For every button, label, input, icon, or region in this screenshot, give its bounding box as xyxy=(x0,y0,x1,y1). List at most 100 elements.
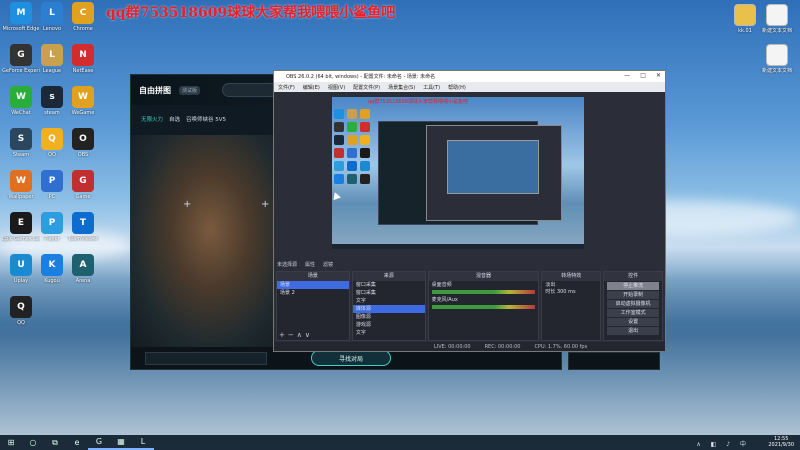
desktop-icon-label: QQ xyxy=(17,320,25,326)
mode-item-arurf[interactable]: 无限火力 xyxy=(141,115,163,123)
close-icon[interactable]: ✕ xyxy=(656,72,661,79)
preview-desktop-icon xyxy=(334,161,344,171)
stream-overlay-text: qq群753518609球球大家帮我喂喂小鲨鱼吧 xyxy=(106,5,396,21)
desktop-audio-meter[interactable] xyxy=(431,290,536,294)
champion-artwork xyxy=(131,135,276,347)
find-match-button[interactable]: 寻找对局 xyxy=(311,350,391,366)
filters-button[interactable]: 滤镜 xyxy=(323,261,333,268)
desktop-icon[interactable]: G Game xyxy=(64,170,102,200)
menu-item[interactable]: 配置文件(P) xyxy=(353,84,380,91)
menu-item[interactable]: 编辑(E) xyxy=(303,84,320,91)
mixer-channel-desktop: 桌面音频 xyxy=(431,282,452,288)
desktop-icon[interactable]: 新建文本文档 xyxy=(758,4,796,34)
desktop-icon-label: Chrome xyxy=(73,26,93,32)
desktop-icon-label: Game xyxy=(75,194,91,200)
sources-dock: 来源 窗口采集 窗口采集 文字 媒体源 图像源 游戏源 文字 xyxy=(351,271,426,341)
client-badge: 测试版 xyxy=(179,85,201,95)
source-toolbar: 未选择源 属性 滤镜 xyxy=(274,259,665,269)
preview-desktop-icon xyxy=(347,174,357,184)
control-button[interactable]: 启动虚拟摄像机 xyxy=(607,300,660,308)
geforce-icon: G xyxy=(10,44,32,66)
source-item[interactable]: 窗口采集 xyxy=(353,289,425,297)
control-button[interactable]: 停止推流 xyxy=(607,282,660,290)
control-button[interactable]: 设置 xyxy=(607,318,660,326)
uplay-icon: U xyxy=(10,254,32,276)
source-item[interactable]: 图像源 xyxy=(353,313,425,321)
taskbar-item[interactable]: ▦ xyxy=(110,435,132,450)
edge-icon: M xyxy=(10,2,32,24)
transition-type-select[interactable]: 淡出 xyxy=(542,281,600,288)
desktop-icon[interactable]: O OBS xyxy=(64,128,102,158)
obs-window[interactable]: OBS 26.0.2 (64 bit, windows) - 配置文件: 未命名… xyxy=(273,70,666,352)
taskbar-item[interactable]: ⊞ xyxy=(0,435,22,450)
transition-duration[interactable]: 时长 300 ms xyxy=(542,288,600,295)
menu-item[interactable]: 文件(F) xyxy=(278,84,295,91)
preview-desktop-icon xyxy=(334,174,344,184)
properties-button[interactable]: 属性 xyxy=(305,261,315,268)
taskbar-item[interactable]: e xyxy=(66,435,88,450)
taskbar-clock[interactable]: 12:55 2021/9/30 xyxy=(768,436,794,448)
desktop-icon-label: TeamViewer xyxy=(67,236,99,242)
source-item[interactable]: 媒体源 xyxy=(352,305,425,313)
preview-desktop-icon xyxy=(347,109,357,119)
player-icon: P xyxy=(41,212,63,234)
taskbar-item[interactable]: ⧉ xyxy=(44,435,66,450)
preview-desktop-icon xyxy=(360,174,370,184)
mode-item-sr[interactable]: 召唤师峡谷 5V5 xyxy=(186,115,226,123)
scene-item[interactable]: 场景 xyxy=(277,281,349,289)
control-button[interactable]: 开始录制 xyxy=(607,291,660,299)
desktop-icon-label: WeGame xyxy=(71,110,95,116)
controls-dock: 控件 停止推流 开始录制 启动虚拟摄像机 工作室模式 设置 退出 xyxy=(603,271,664,341)
chat-input[interactable] xyxy=(145,352,267,365)
desktop-icon[interactable]: A Arena xyxy=(64,254,102,284)
clock-date: 2021/9/30 xyxy=(768,442,794,448)
mode-item-pick[interactable]: 自选 xyxy=(169,115,180,123)
scene-toolbar[interactable]: +−∧∨ xyxy=(279,331,313,339)
taskbar-item[interactable]: L xyxy=(132,435,154,450)
menu-item[interactable]: 帮助(H) xyxy=(448,84,466,91)
transitions-dock: 转场特效 淡出 时长 300 ms xyxy=(541,271,602,341)
client-search-box[interactable] xyxy=(222,83,279,97)
scenes-header: 场景 xyxy=(277,272,349,281)
menu-item[interactable]: 场景集合(S) xyxy=(388,84,415,91)
add-player-icon[interactable]: + xyxy=(261,199,269,210)
desktop-icon[interactable]: 新建文本文档 xyxy=(758,44,796,74)
sources-header: 来源 xyxy=(352,272,425,281)
desktop-icon[interactable]: N NetEase xyxy=(64,44,102,74)
cpu-fps: CPU: 1.7%, 60.00 fps xyxy=(534,343,588,350)
desktop-icon-label: 新建文本文档 xyxy=(761,68,792,74)
menu-item[interactable]: 工具(T) xyxy=(423,84,440,91)
mic-audio-meter[interactable] xyxy=(431,305,536,309)
obs-preview[interactable]: qq群753518609球球大家帮我喂喂小鲨鱼吧 xyxy=(332,97,584,249)
obs-title-bar: OBS 26.0.2 (64 bit, windows) - 配置文件: 未命名… xyxy=(274,71,665,82)
controls-header: 控件 xyxy=(604,272,663,281)
control-button[interactable]: 退出 xyxy=(607,327,660,335)
preview-obs-window xyxy=(426,125,562,221)
window-controls: — □ ✕ xyxy=(624,72,661,79)
desktop-icon[interactable]: C Chrome xyxy=(64,2,102,32)
desktop-icon[interactable]: T TeamViewer xyxy=(64,212,102,242)
desktop-icon-label: 新建文本文档 xyxy=(761,28,792,34)
minimize-icon[interactable]: — xyxy=(624,72,630,79)
source-item[interactable]: 游戏源 xyxy=(353,321,425,329)
control-button[interactable]: 工作室模式 xyxy=(607,309,660,317)
source-item[interactable]: 文字 xyxy=(353,297,425,305)
maximize-icon[interactable]: □ xyxy=(640,72,646,79)
source-item[interactable]: 文字 xyxy=(353,329,425,337)
duration-label: 时长 xyxy=(545,289,556,295)
system-tray-icons[interactable]: ∧ ◧ ♪ 中 xyxy=(696,439,750,448)
preview-desktop-icon xyxy=(334,135,344,145)
source-item[interactable]: 窗口采集 xyxy=(353,281,425,289)
mixer-channel-mic: 麦克风/Aux xyxy=(431,297,458,303)
desktop-icon[interactable]: W WeGame xyxy=(64,86,102,116)
add-player-icon[interactable]: + xyxy=(183,199,191,210)
desktop-icon[interactable]: Q QQ xyxy=(2,296,40,326)
taskbar-item[interactable]: ○ xyxy=(22,435,44,450)
scene-item[interactable]: 场景 2 xyxy=(277,289,349,297)
menu-item[interactable]: 视图(V) xyxy=(328,84,345,91)
epic-icon: E xyxy=(10,212,32,234)
scenes-dock: 场景 场景 场景 2 +−∧∨ xyxy=(276,271,350,341)
preview-desktop-icon xyxy=(347,122,357,132)
client-side-panel xyxy=(568,352,660,370)
taskbar-item[interactable]: G xyxy=(88,435,110,450)
